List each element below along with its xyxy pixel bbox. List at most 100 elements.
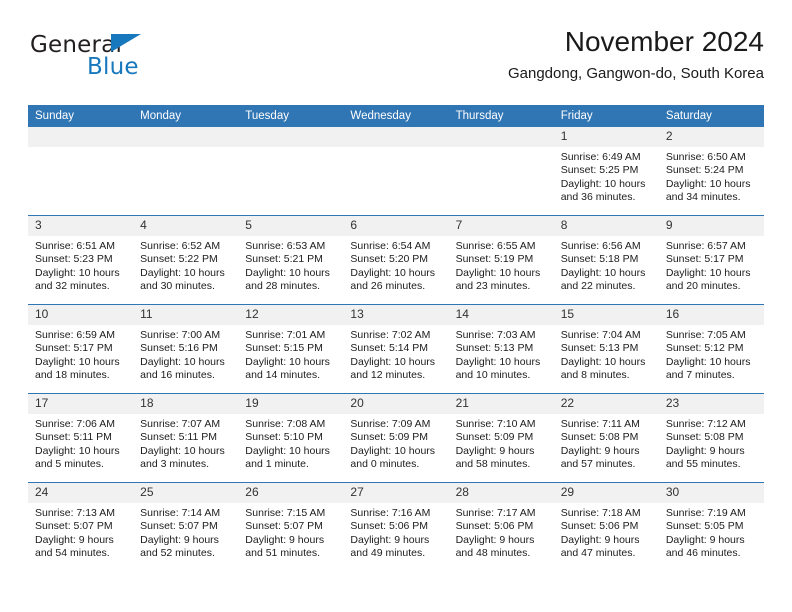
calendar-day-cell[interactable]: 1 Sunrise: 6:49 AM Sunset: 5:25 PM Daylight… bbox=[553, 127, 659, 216]
daylight-text: Daylight: 9 hours and 52 minutes. bbox=[140, 533, 219, 560]
general-blue-logo[interactable]: General Blue bbox=[28, 32, 248, 92]
calendar-day-cell[interactable]: 16 Sunrise: 7:05 AM Sunset: 5:12 PM Dayligh… bbox=[658, 304, 764, 394]
calendar-day-cell[interactable]: 3 Sunrise: 6:51 AM Sunset: 5:23 PM Daylight… bbox=[28, 215, 134, 305]
calendar-week-row: 24 Sunrise: 7:13 AM Sunset: 5:07 PM Dayligh… bbox=[28, 482, 764, 571]
day-number: 11 bbox=[133, 305, 239, 325]
daylight-text: Daylight: 10 hours and 30 minutes. bbox=[140, 266, 225, 293]
daylight-text: Daylight: 10 hours and 5 minutes. bbox=[35, 444, 120, 471]
day-sun-info: Sunrise: 7:07 AM Sunset: 5:11 PM Daylight:… bbox=[133, 414, 238, 472]
daylight-text: Daylight: 9 hours and 57 minutes. bbox=[560, 444, 640, 471]
sunset-text: Sunset: 5:11 PM bbox=[140, 431, 217, 444]
calendar-day-cell[interactable]: 20 Sunrise: 7:09 AM Sunset: 5:09 PM Dayligh… bbox=[343, 393, 449, 483]
calendar-day-cell[interactable]: 23 Sunrise: 7:12 AM Sunset: 5:08 PM Dayligh… bbox=[658, 393, 764, 483]
sunrise-text: Sunrise: 7:15 AM bbox=[245, 507, 326, 519]
sunrise-text: Sunrise: 7:14 AM bbox=[140, 507, 221, 519]
calendar-body: 1 Sunrise: 6:49 AM Sunset: 5:25 PM Daylight… bbox=[28, 127, 764, 571]
day-number: 14 bbox=[448, 305, 554, 325]
calendar-day-cell-empty bbox=[448, 127, 554, 216]
sunrise-text: Sunrise: 6:56 AM bbox=[560, 240, 641, 252]
day-number: 29 bbox=[553, 483, 659, 503]
sunrise-text: Sunrise: 7:09 AM bbox=[350, 418, 431, 430]
calendar-day-cell[interactable]: 19 Sunrise: 7:08 AM Sunset: 5:10 PM Dayligh… bbox=[238, 393, 344, 483]
day-sun-info: Sunrise: 7:18 AM Sunset: 5:06 PM Daylight:… bbox=[554, 503, 659, 561]
day-number bbox=[238, 127, 344, 147]
day-sun-info bbox=[449, 147, 554, 151]
sunrise-text: Sunrise: 7:00 AM bbox=[140, 329, 221, 341]
daylight-text: Daylight: 9 hours and 51 minutes. bbox=[245, 533, 325, 560]
calendar-day-cell[interactable]: 14 Sunrise: 7:03 AM Sunset: 5:13 PM Dayligh… bbox=[448, 304, 554, 394]
calendar-table: Sunday Monday Tuesday Wednesday Thursday… bbox=[28, 105, 764, 571]
sunrise-text: Sunrise: 6:59 AM bbox=[35, 329, 115, 341]
logo-text-blue: Blue bbox=[87, 54, 139, 80]
day-sun-info bbox=[238, 147, 343, 151]
calendar-day-cell[interactable]: 8 Sunrise: 6:56 AM Sunset: 5:18 PM Daylight… bbox=[553, 215, 659, 305]
sunrise-text: Sunrise: 6:53 AM bbox=[245, 240, 326, 252]
weekday-header-friday: Friday bbox=[553, 105, 659, 127]
calendar-day-cell[interactable]: 27 Sunrise: 7:16 AM Sunset: 5:06 PM Dayligh… bbox=[343, 482, 449, 571]
daylight-text: Daylight: 9 hours and 48 minutes. bbox=[455, 533, 535, 560]
calendar-day-cell[interactable]: 11 Sunrise: 7:00 AM Sunset: 5:16 PM Dayligh… bbox=[133, 304, 239, 394]
calendar-day-cell[interactable]: 13 Sunrise: 7:02 AM Sunset: 5:14 PM Dayligh… bbox=[343, 304, 449, 394]
calendar-day-cell[interactable]: 6 Sunrise: 6:54 AM Sunset: 5:20 PM Daylight… bbox=[343, 215, 449, 305]
sunrise-text: Sunrise: 7:12 AM bbox=[665, 418, 746, 430]
calendar-day-cell[interactable]: 10 Sunrise: 6:59 AM Sunset: 5:17 PM Dayligh… bbox=[28, 304, 134, 394]
calendar-day-cell[interactable]: 30 Sunrise: 7:19 AM Sunset: 5:05 PM Dayligh… bbox=[658, 482, 764, 571]
sunrise-text: Sunrise: 7:08 AM bbox=[245, 418, 326, 430]
calendar-day-cell[interactable]: 12 Sunrise: 7:01 AM Sunset: 5:15 PM Dayligh… bbox=[238, 304, 344, 394]
sunset-text: Sunset: 5:15 PM bbox=[245, 342, 323, 355]
sunset-text: Sunset: 5:17 PM bbox=[35, 342, 113, 355]
calendar-day-cell[interactable]: 22 Sunrise: 7:11 AM Sunset: 5:08 PM Dayligh… bbox=[553, 393, 659, 483]
daylight-text: Daylight: 10 hours and 26 minutes. bbox=[350, 266, 436, 293]
day-sun-info: Sunrise: 6:49 AM Sunset: 5:25 PM Daylight:… bbox=[554, 147, 659, 205]
calendar-day-cell[interactable]: 24 Sunrise: 7:13 AM Sunset: 5:07 PM Dayligh… bbox=[28, 482, 134, 571]
daylight-text: Daylight: 10 hours and 7 minutes. bbox=[665, 355, 751, 382]
daylight-text: Daylight: 10 hours and 8 minutes. bbox=[560, 355, 646, 382]
day-sun-info: Sunrise: 7:12 AM Sunset: 5:08 PM Daylight:… bbox=[659, 414, 764, 472]
calendar-day-cell-empty bbox=[238, 127, 344, 216]
day-sun-info: Sunrise: 7:11 AM Sunset: 5:08 PM Daylight:… bbox=[554, 414, 659, 472]
day-sun-info: Sunrise: 7:17 AM Sunset: 5:06 PM Daylight:… bbox=[449, 503, 554, 561]
calendar-day-cell[interactable]: 5 Sunrise: 6:53 AM Sunset: 5:21 PM Daylight… bbox=[238, 215, 344, 305]
calendar-day-cell[interactable]: 28 Sunrise: 7:17 AM Sunset: 5:06 PM Dayligh… bbox=[448, 482, 554, 571]
day-sun-info: Sunrise: 7:02 AM Sunset: 5:14 PM Daylight:… bbox=[343, 325, 448, 383]
sunrise-text: Sunrise: 6:51 AM bbox=[35, 240, 115, 252]
day-sun-info: Sunrise: 7:10 AM Sunset: 5:09 PM Daylight:… bbox=[449, 414, 554, 472]
sunset-text: Sunset: 5:20 PM bbox=[350, 253, 429, 266]
sunset-text: Sunset: 5:07 PM bbox=[35, 520, 113, 533]
day-number: 2 bbox=[658, 127, 764, 147]
sunset-text: Sunset: 5:21 PM bbox=[245, 253, 323, 266]
sunset-text: Sunset: 5:08 PM bbox=[665, 431, 744, 444]
day-number bbox=[133, 127, 239, 147]
daylight-text: Daylight: 10 hours and 12 minutes. bbox=[350, 355, 436, 382]
day-number: 24 bbox=[28, 483, 134, 503]
calendar-day-cell[interactable]: 4 Sunrise: 6:52 AM Sunset: 5:22 PM Daylight… bbox=[133, 215, 239, 305]
day-number: 1 bbox=[553, 127, 659, 147]
calendar-day-cell[interactable]: 7 Sunrise: 6:55 AM Sunset: 5:19 PM Daylight… bbox=[448, 215, 554, 305]
page-subtitle: Gangdong, Gangwon-do, South Korea bbox=[507, 65, 764, 82]
day-number: 9 bbox=[658, 216, 764, 236]
sunset-text: Sunset: 5:12 PM bbox=[665, 342, 744, 355]
day-number: 28 bbox=[448, 483, 554, 503]
calendar-day-cell[interactable]: 29 Sunrise: 7:18 AM Sunset: 5:06 PM Dayligh… bbox=[553, 482, 659, 571]
calendar-day-cell[interactable]: 17 Sunrise: 7:06 AM Sunset: 5:11 PM Dayligh… bbox=[28, 393, 134, 483]
sunrise-text: Sunrise: 7:10 AM bbox=[455, 418, 536, 430]
daylight-text: Daylight: 10 hours and 18 minutes. bbox=[35, 355, 120, 382]
sunset-text: Sunset: 5:19 PM bbox=[455, 253, 534, 266]
calendar-day-cell[interactable]: 2 Sunrise: 6:50 AM Sunset: 5:24 PM Daylight… bbox=[658, 127, 764, 216]
calendar-day-cell[interactable]: 26 Sunrise: 7:15 AM Sunset: 5:07 PM Dayligh… bbox=[238, 482, 344, 571]
daylight-text: Daylight: 9 hours and 58 minutes. bbox=[455, 444, 535, 471]
calendar-day-cell[interactable]: 25 Sunrise: 7:14 AM Sunset: 5:07 PM Dayligh… bbox=[133, 482, 239, 571]
daylight-text: Daylight: 10 hours and 32 minutes. bbox=[35, 266, 120, 293]
sunset-text: Sunset: 5:05 PM bbox=[665, 520, 744, 533]
day-number: 18 bbox=[133, 394, 239, 414]
calendar-day-cell[interactable]: 21 Sunrise: 7:10 AM Sunset: 5:09 PM Dayligh… bbox=[448, 393, 554, 483]
calendar-day-cell[interactable]: 9 Sunrise: 6:57 AM Sunset: 5:17 PM Daylight… bbox=[658, 215, 764, 305]
sunset-text: Sunset: 5:06 PM bbox=[560, 520, 639, 533]
sunrise-text: Sunrise: 6:52 AM bbox=[140, 240, 221, 252]
daylight-text: Daylight: 9 hours and 46 minutes. bbox=[665, 533, 745, 560]
daylight-text: Daylight: 10 hours and 0 minutes. bbox=[350, 444, 436, 471]
weekday-header-monday: Monday bbox=[133, 105, 239, 127]
calendar-day-cell[interactable]: 18 Sunrise: 7:07 AM Sunset: 5:11 PM Dayligh… bbox=[133, 393, 239, 483]
calendar-day-cell[interactable]: 15 Sunrise: 7:04 AM Sunset: 5:13 PM Dayligh… bbox=[553, 304, 659, 394]
sunrise-text: Sunrise: 7:13 AM bbox=[35, 507, 115, 519]
